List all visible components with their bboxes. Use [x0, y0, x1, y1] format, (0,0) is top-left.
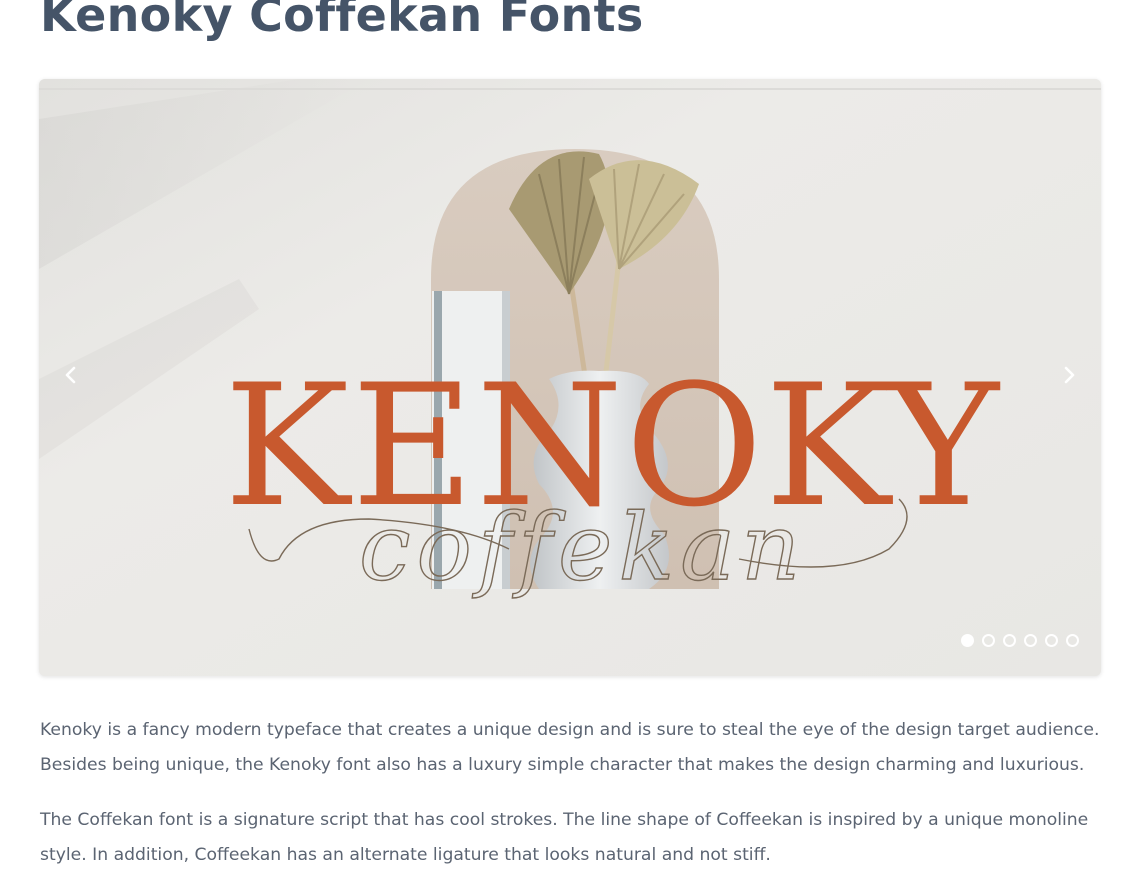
page-title: Kenoky Coffekan Fonts	[40, 0, 644, 42]
slide-logo-script: coffekan	[359, 494, 806, 601]
carousel-dot-1[interactable]	[961, 634, 974, 647]
image-carousel[interactable]: KENOKY coffekan	[39, 79, 1101, 676]
carousel-dot-4[interactable]	[1024, 634, 1037, 647]
carousel-prev-button[interactable]	[57, 361, 85, 389]
carousel-dot-2[interactable]	[982, 634, 995, 647]
slide-image: KENOKY coffekan	[39, 79, 1101, 676]
chevron-right-icon	[1064, 366, 1075, 384]
carousel-dot-3[interactable]	[1003, 634, 1016, 647]
description-paragraph-1: Kenoky is a fancy modern typeface that c…	[40, 720, 1100, 775]
carousel-pagination	[961, 634, 1079, 647]
chevron-left-icon	[65, 366, 76, 384]
carousel-next-button[interactable]	[1055, 361, 1083, 389]
description-paragraph-2: The Coffekan font is a signature script …	[40, 810, 1089, 865]
carousel-dot-6[interactable]	[1066, 634, 1079, 647]
carousel-dot-5[interactable]	[1045, 634, 1058, 647]
